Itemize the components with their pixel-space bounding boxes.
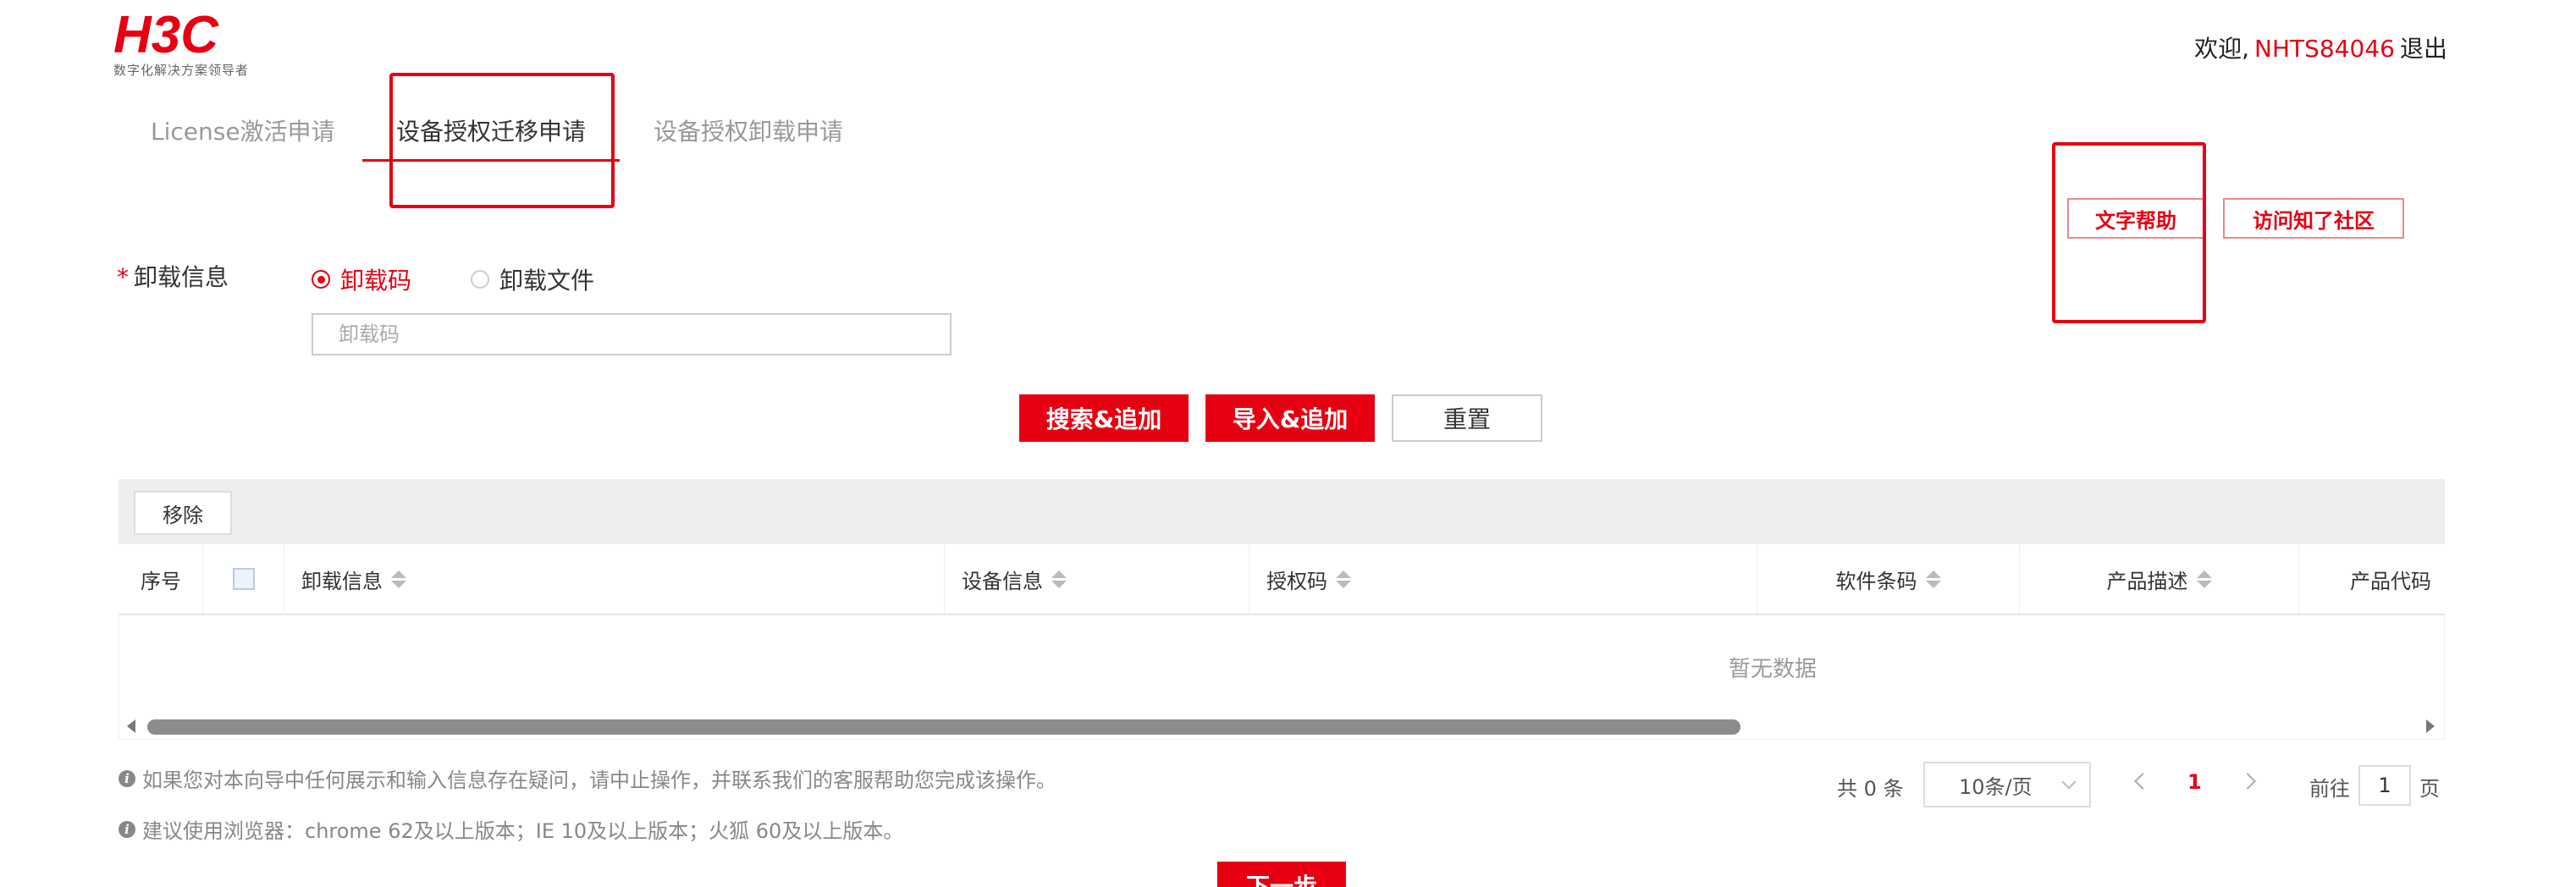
radio-checked-icon	[312, 270, 330, 289]
required-mark: *	[117, 263, 129, 291]
page-unit-label: 页	[2419, 777, 2440, 801]
search-add-button[interactable]: 搜索&追加	[1019, 394, 1189, 442]
select-all-checkbox[interactable]	[232, 568, 255, 590]
info-icon: i	[119, 820, 135, 838]
col-auth-code[interactable]: 授权码	[1249, 544, 1757, 614]
reset-button[interactable]: 重置	[1392, 394, 1542, 442]
h3c-logo-mark: H3C	[113, 10, 219, 59]
col-product-desc-label: 产品描述	[2106, 569, 2188, 593]
radio-uninstall-code[interactable]: 卸载码	[312, 262, 411, 296]
sort-icon[interactable]	[1336, 570, 1351, 588]
col-software-barcode[interactable]: 软件条码	[1757, 544, 2020, 614]
chevron-right-icon[interactable]	[2426, 719, 2435, 733]
page-size-select[interactable]: 10条/页	[1923, 762, 2091, 807]
col-index: 序号	[119, 544, 203, 614]
col-uninstall-info-label: 卸载信息	[301, 569, 383, 593]
chevron-down-icon	[2061, 774, 2077, 790]
col-auth-code-label: 授权码	[1266, 569, 1327, 593]
tab-device-auth-uninstall[interactable]: 设备授权卸载申请	[654, 113, 843, 147]
uninstall-info-text: 卸载信息	[134, 263, 229, 291]
help-note-2: i 建议使用浏览器：chrome 62及以上版本；IE 10及以上版本；火狐 6…	[119, 814, 903, 844]
logo-tagline: 数字化解决方案领导者	[113, 63, 250, 78]
radio-unchecked-icon	[471, 270, 489, 289]
page-size-value: 10条/页	[1959, 774, 2033, 799]
svg-text:H3C: H3C	[113, 10, 219, 59]
next-page-icon[interactable]	[2239, 773, 2256, 790]
import-add-button[interactable]: 导入&追加	[1205, 394, 1375, 442]
current-page-number[interactable]: 1	[2187, 770, 2202, 794]
help-note-1-text: 如果您对本向导中任何展示和输入信息存在疑问，请中止操作，并联系我们的客服帮助您完…	[142, 769, 1056, 792]
col-device-info[interactable]: 设备信息	[945, 544, 1249, 614]
col-software-barcode-label: 软件条码	[1835, 569, 1917, 593]
table-header: 序号 卸载信息 设备信息 授权码 软件条码 产品描述 产品代码	[119, 543, 2445, 615]
highlight-box-tab	[389, 73, 615, 208]
community-button[interactable]: 访问知了社区	[2223, 198, 2404, 239]
col-index-label: 序号	[141, 569, 181, 593]
user-welcome: 欢迎, NHTS84046 退出	[2194, 30, 2447, 64]
col-select	[203, 544, 284, 614]
highlight-box-help	[2052, 142, 2206, 323]
sort-icon[interactable]	[1051, 570, 1067, 588]
col-product-code-label: 产品代码	[2350, 569, 2431, 593]
username-link[interactable]: NHTS84046	[2254, 35, 2395, 63]
h3c-logo[interactable]: H3C 数字化解决方案领导者	[113, 10, 274, 78]
empty-state-text: 暂无数据	[1729, 657, 1818, 682]
pagination-total: 共 0 条	[1837, 777, 1904, 801]
table-toolbar	[119, 479, 2445, 543]
radio-uninstall-file[interactable]: 卸载文件	[471, 262, 594, 296]
welcome-text: 欢迎,	[2194, 35, 2250, 63]
goto-label: 前往	[2309, 777, 2350, 801]
help-note-2-text: 建议使用浏览器：chrome 62及以上版本；IE 10及以上版本；火狐 60及…	[142, 819, 904, 843]
next-step-button[interactable]: 下一步	[1217, 862, 1346, 887]
col-device-info-label: 设备信息	[962, 569, 1043, 593]
sort-icon[interactable]	[2196, 570, 2212, 588]
goto-page-input[interactable]	[2358, 765, 2411, 806]
uninstall-code-input[interactable]	[312, 313, 952, 355]
info-icon: i	[119, 769, 135, 787]
radio-uninstall-file-label: 卸载文件	[499, 267, 595, 295]
col-uninstall-info[interactable]: 卸载信息	[284, 544, 945, 614]
tab-license-activation[interactable]: License激活申请	[151, 113, 335, 147]
col-product-code[interactable]: 产品代码	[2299, 544, 2445, 614]
prev-page-icon[interactable]	[2134, 773, 2151, 790]
col-product-desc[interactable]: 产品描述	[2020, 544, 2299, 614]
logout-link[interactable]: 退出	[2400, 35, 2447, 63]
horizontal-scrollbar[interactable]	[147, 719, 1740, 735]
sort-icon[interactable]	[391, 570, 406, 588]
radio-uninstall-code-label: 卸载码	[340, 267, 412, 295]
help-note-1: i 如果您对本向导中任何展示和输入信息存在疑问，请中止操作，并联系我们的客服帮助…	[119, 763, 1056, 793]
remove-button[interactable]: 移除	[134, 491, 232, 535]
sort-icon[interactable]	[1925, 570, 1941, 588]
chevron-left-icon[interactable]	[127, 719, 135, 733]
uninstall-info-label: * 卸载信息	[117, 259, 229, 293]
